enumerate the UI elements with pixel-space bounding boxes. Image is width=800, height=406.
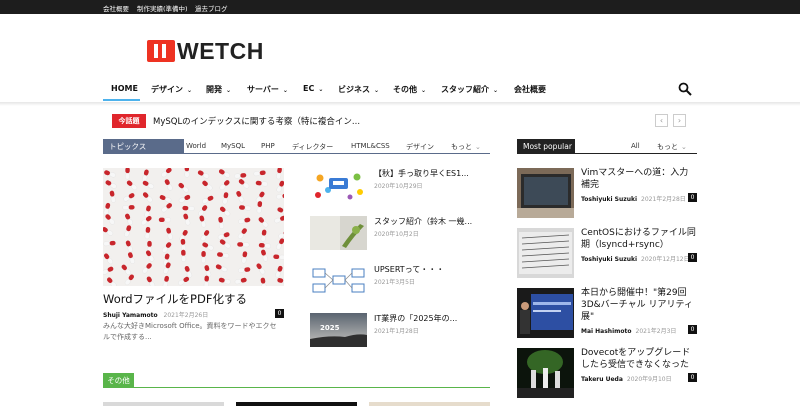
top-utility-bar: 会社概要 制作実績(準備中) 過去ブログ [0, 0, 800, 14]
featured-date: 2021年2月26日 [163, 312, 209, 319]
list-thumb-es[interactable] [310, 168, 367, 202]
logo-mark-icon [147, 40, 175, 62]
popular-thumb-vr-expo[interactable] [517, 288, 574, 338]
nav-active-indicator [103, 99, 140, 101]
comment-count[interactable]: 0 [688, 373, 697, 382]
popular-item-title[interactable]: Dovecotをアップグレードしたら受信できなくなった [581, 347, 697, 371]
popular-thumb-vim[interactable] [517, 168, 574, 218]
tab-more[interactable]: もっと ⌄ [451, 142, 481, 152]
nav-item-dev[interactable]: 開発 ⌄ [206, 84, 231, 95]
tab-html-css[interactable]: HTML&CSS [351, 142, 390, 150]
chevron-down-icon: ⌄ [475, 143, 481, 151]
trending-headline[interactable]: MySQLのインデックスに関する考察（特に複合イン... [153, 115, 360, 127]
popular-item-meta: Mai Hashimoto 2021年2月3日 [581, 326, 676, 335]
featured-image[interactable] [103, 168, 284, 286]
list-item-date: 2020年10月2日 [374, 231, 419, 238]
nav-item-ec[interactable]: EC ⌄ [303, 84, 323, 93]
chevron-down-icon: ⌄ [318, 86, 324, 93]
nav-item-design[interactable]: デザイン ⌄ [151, 84, 192, 95]
topics-label: トピックス [103, 139, 184, 154]
chevron-down-icon: ⌄ [374, 87, 380, 94]
nav-item-home[interactable]: HOME [111, 84, 138, 93]
popular-item-meta: Toshiyuki Suzuki 2020年12月12日 [581, 254, 690, 263]
popular-item-date: 2020年9月10日 [626, 376, 672, 383]
article-thumb-partial[interactable] [103, 402, 224, 406]
list-item-date: 2021年1月28日 [374, 328, 419, 335]
popular-item-meta: Takeru Ueda 2020年9月10日 [581, 374, 672, 383]
popular-item-meta: Toshiyuki Suzuki 2021年2月28日 [581, 194, 686, 203]
site-logo[interactable]: WETCH [147, 38, 264, 64]
popular-item-date: 2020年12月12日 [641, 256, 690, 263]
topics-header: トピックス World MySQL PHP ディレクター HTML&CSS デザ… [103, 139, 490, 154]
ticker-next-button[interactable]: › [673, 114, 686, 127]
article-thumb-partial[interactable] [236, 402, 357, 406]
featured-title[interactable]: WordファイルをPDF化する [103, 291, 247, 307]
article-thumb-partial[interactable] [369, 402, 490, 406]
featured-author[interactable]: Shuji Yamamoto [103, 312, 158, 319]
tab-world[interactable]: World [186, 142, 206, 150]
nav-item-other[interactable]: その他 ⌄ [393, 84, 426, 95]
main-nav: HOME デザイン ⌄ 開発 ⌄ サーバー ⌄ EC ⌄ ビジネス ⌄ その他 ⌄ スタッフ… [0, 78, 800, 102]
list-thumb-2025[interactable]: 2025 [310, 313, 367, 347]
nav-item-server[interactable]: サーバー ⌄ [247, 84, 288, 95]
tab-more[interactable]: もっと ⌄ [657, 142, 687, 152]
tab-mysql[interactable]: MySQL [221, 142, 245, 150]
tab-design[interactable]: デザイン [406, 142, 434, 152]
topbar-link-works[interactable]: 制作実績(準備中) [137, 3, 188, 13]
trending-badge: 今話題 [112, 114, 146, 128]
popular-item-author[interactable]: Takeru Ueda [581, 376, 623, 383]
featured-excerpt: みんな大好きMicrosoft Office。資料をワードやエクセルで作成する.… [103, 322, 277, 341]
popular-header: Most popular All もっと ⌄ [517, 139, 697, 154]
chevron-down-icon: ⌄ [187, 87, 193, 94]
featured-meta: Shuji Yamamoto 2021年2月26日 [103, 310, 208, 319]
chevron-down-icon: ⌄ [681, 143, 687, 151]
chevron-down-icon: ⌄ [493, 87, 499, 94]
comment-count[interactable]: 0 [688, 253, 697, 262]
comment-count[interactable]: 0 [688, 193, 697, 202]
tab-director[interactable]: ディレクター [292, 142, 333, 152]
popular-item-title[interactable]: Vimマスターへの道：入力補完 [581, 167, 697, 191]
popular-item-date: 2021年2月3日 [635, 328, 677, 335]
nav-item-company[interactable]: 会社概要 [514, 84, 546, 95]
comment-count[interactable]: 0 [688, 325, 697, 334]
chevron-down-icon: ⌄ [226, 87, 232, 94]
nav-divider [0, 102, 800, 106]
popular-item-date: 2021年2月28日 [641, 196, 686, 203]
list-thumb-staff[interactable] [310, 216, 367, 250]
popular-label: Most popular [517, 139, 575, 154]
topbar-link-company[interactable]: 会社概要 [103, 3, 129, 13]
popular-item-title[interactable]: 本日から開催中！"第29回 3D&バーチャル リアリティ展" [581, 287, 697, 323]
ticker-prev-button[interactable]: ‹ [655, 114, 668, 127]
logo-text: WETCH [177, 37, 264, 64]
list-item-date: 2021年3月5日 [374, 279, 415, 286]
popular-item-author[interactable]: Toshiyuki Suzuki [581, 196, 637, 203]
topbar-link-old-blog[interactable]: 過去ブログ [195, 3, 228, 13]
tab-php[interactable]: PHP [261, 142, 275, 150]
popular-item-author[interactable]: Mai Hashimoto [581, 328, 632, 335]
comment-count[interactable]: 0 [275, 309, 284, 318]
other-section-label: その他 [103, 373, 134, 388]
other-section-header: その他 [103, 373, 490, 388]
list-item-title[interactable]: IT業界の「2025年の... [374, 313, 457, 324]
list-item-date: 2020年10月29日 [374, 183, 423, 190]
list-item-title[interactable]: 【秋】手っ取り早くES1... [374, 168, 469, 179]
popular-thumb-dovecot[interactable] [517, 348, 574, 398]
list-item-title[interactable]: UPSERTって・・・ [374, 264, 444, 275]
thumb-caption: 2025 [320, 324, 340, 332]
popular-thumb-centos[interactable] [517, 228, 574, 278]
tab-all[interactable]: All [631, 142, 640, 150]
popular-item-author[interactable]: Toshiyuki Suzuki [581, 256, 637, 263]
chevron-down-icon: ⌄ [282, 87, 288, 94]
list-item-title[interactable]: スタッフ紹介（鈴木 一幾... [374, 216, 472, 227]
nav-item-staff[interactable]: スタッフ紹介 ⌄ [441, 84, 498, 95]
popular-item-title[interactable]: CentOSにおけるファイル同期（lsyncd+rsync） [581, 227, 697, 251]
chevron-down-icon: ⌄ [421, 87, 427, 94]
list-thumb-upsert[interactable] [310, 264, 367, 298]
nav-item-business[interactable]: ビジネス ⌄ [338, 84, 379, 95]
search-icon[interactable] [678, 82, 692, 96]
